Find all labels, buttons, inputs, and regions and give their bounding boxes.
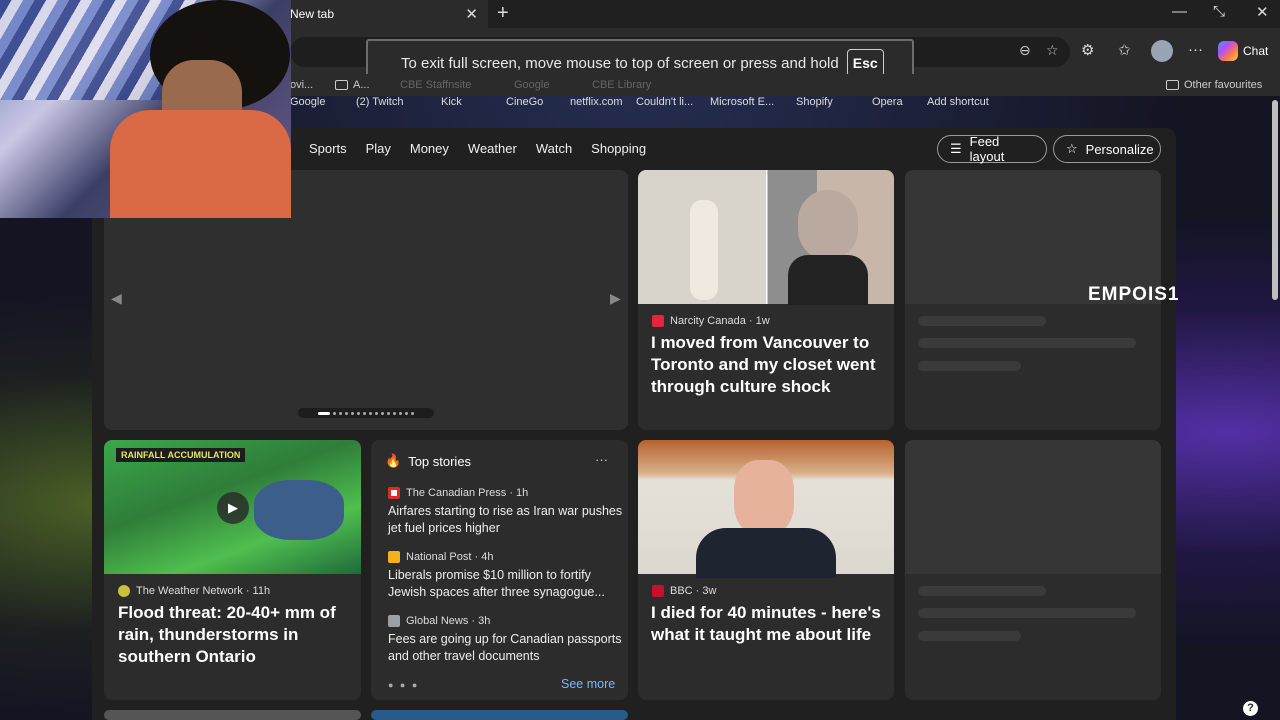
quick-link[interactable]: Google: [290, 96, 325, 108]
favorite-star-icon[interactable]: ☆: [1046, 42, 1059, 59]
favorite-folder[interactable]: A...: [335, 79, 370, 91]
bbc-logo-icon: [652, 585, 664, 597]
feed-layout-label: Feed layout: [969, 134, 1005, 164]
article-source: Narcity Canada · 1w: [652, 315, 770, 327]
restore-icon[interactable]: ⤡: [1213, 3, 1225, 20]
loading-line: [918, 361, 1021, 371]
nav-weather[interactable]: Weather: [468, 141, 517, 156]
map-label: RAINFALL ACCUMULATION: [116, 448, 246, 462]
esc-key-badge: Esc: [846, 49, 884, 77]
loading-image-placeholder: [905, 440, 1161, 574]
chat-label: Chat: [1243, 44, 1269, 58]
folder-icon: [335, 80, 348, 90]
nav-sports[interactable]: Sports: [309, 141, 347, 156]
folder-icon: [1166, 80, 1179, 90]
top-stories-card: 🔥 Top stories ··· The Canadian Press · 1…: [371, 440, 628, 700]
loading-line: [918, 316, 1046, 326]
canadian-press-logo-icon: [388, 487, 400, 499]
top-stories-header: 🔥 Top stories: [385, 453, 471, 469]
top-story-item[interactable]: National Post · 4h Liberals promise $10 …: [388, 551, 628, 601]
see-more-link[interactable]: See more: [561, 677, 615, 691]
weather-network-logo-icon: [118, 585, 130, 597]
nav-watch[interactable]: Watch: [536, 141, 572, 156]
nav-play[interactable]: Play: [366, 141, 391, 156]
article-headline[interactable]: I died for 40 minutes - here's what it t…: [651, 602, 883, 646]
top-story-item[interactable]: The Canadian Press · 1h Airfares startin…: [388, 487, 628, 537]
more-options-icon[interactable]: ···: [1188, 41, 1203, 58]
carousel-dots[interactable]: [298, 408, 434, 418]
article-source: The Weather Network · 11h: [118, 585, 270, 597]
narcity-logo-icon: [652, 315, 664, 327]
personalize-label: Personalize: [1085, 141, 1154, 157]
nav-shopping[interactable]: Shopping: [591, 141, 646, 156]
news-card-narcity[interactable]: Narcity Canada · 1w I moved from Vancouv…: [638, 170, 894, 430]
top-story-item[interactable]: Global News · 3h Fees are going up for C…: [388, 615, 628, 665]
avatar[interactable]: [1151, 40, 1173, 62]
news-card-bbc[interactable]: BBC · 3w I died for 40 minutes - here's …: [638, 440, 894, 700]
loading-line: [918, 586, 1046, 596]
close-tab-icon[interactable]: ✕: [465, 5, 478, 23]
more-options-icon[interactable]: ···: [595, 452, 608, 467]
toast-message: To exit full screen, move mouse to top o…: [401, 54, 839, 72]
weather-map-image: RAINFALL ACCUMULATION ▶: [104, 440, 361, 574]
zoom-icon[interactable]: ⊖: [1019, 42, 1031, 59]
quick-link[interactable]: netflix.com: [570, 96, 623, 108]
carousel-next-icon[interactable]: ▶: [610, 290, 621, 307]
top-stories-title: Top stories: [408, 453, 472, 469]
star-icon: ☆: [1066, 141, 1078, 156]
copilot-icon: [1218, 41, 1238, 61]
help-icon[interactable]: ?: [1243, 701, 1258, 716]
other-favourites[interactable]: Other favourites: [1166, 79, 1262, 91]
loading-line: [918, 338, 1136, 348]
quick-link[interactable]: Opera: [872, 96, 903, 108]
nav-money[interactable]: Money: [410, 141, 449, 156]
quick-link[interactable]: Microsoft E...: [710, 96, 774, 108]
article-headline[interactable]: I moved from Vancouver to Toronto and my…: [651, 332, 881, 398]
scrollbar[interactable]: [1272, 100, 1278, 300]
loading-line: [918, 631, 1021, 641]
news-card-partial[interactable]: [371, 710, 628, 720]
quick-link[interactable]: CineGo: [506, 96, 543, 108]
pagination-dots[interactable]: ● ● ●: [388, 680, 419, 690]
article-image: [638, 170, 894, 305]
quick-link[interactable]: (2) Twitch: [356, 96, 403, 108]
news-card-weather[interactable]: RAINFALL ACCUMULATION ▶ The Weather Netw…: [104, 440, 361, 700]
feed-nav: Sports Play Money Weather Watch Shopping: [309, 141, 665, 156]
quick-link[interactable]: Add shortcut: [927, 96, 989, 108]
sliders-icon: ☰: [950, 141, 962, 156]
favorite-item[interactable]: ovi...: [290, 79, 313, 91]
extensions-icon[interactable]: ⚙: [1081, 41, 1094, 59]
article-image: [638, 440, 894, 578]
personalize-button[interactable]: ☆ Personalize: [1053, 135, 1161, 163]
quick-link[interactable]: Shopify: [796, 96, 833, 108]
tab-title: New tab: [290, 7, 335, 21]
close-window-icon[interactable]: ✕: [1256, 3, 1269, 21]
quick-link[interactable]: Couldn't li...: [636, 96, 693, 108]
minimize-icon[interactable]: —: [1172, 3, 1187, 20]
quick-link[interactable]: Kick: [441, 96, 462, 108]
article-headline[interactable]: Flood threat: 20-40+ mm of rain, thunder…: [118, 602, 350, 668]
loading-card: [905, 440, 1161, 700]
favorite-item[interactable]: CBE Library: [592, 79, 651, 91]
new-tab-button[interactable]: +: [497, 2, 509, 25]
fire-icon: 🔥: [385, 453, 402, 468]
chat-button[interactable]: Chat: [1218, 41, 1268, 61]
tab-new-tab[interactable]: New tab ✕: [282, 0, 488, 28]
news-card-partial[interactable]: [104, 710, 361, 720]
stream-watermark: EMPOIS1: [1088, 284, 1180, 305]
favorite-item[interactable]: CBE Staffnsite: [400, 79, 471, 91]
play-icon[interactable]: ▶: [217, 492, 249, 524]
person-hoodie: [110, 110, 291, 218]
global-news-logo-icon: [388, 615, 400, 627]
webcam-overlay: [0, 0, 291, 218]
feed-layout-button[interactable]: ☰ Feed layout: [937, 134, 1047, 164]
loading-line: [918, 608, 1136, 618]
favorites-icon[interactable]: ✩: [1118, 41, 1131, 59]
article-source: BBC · 3w: [652, 585, 716, 597]
favorite-item[interactable]: Google: [514, 79, 549, 91]
national-post-logo-icon: [388, 551, 400, 563]
carousel-prev-icon[interactable]: ◀: [111, 290, 122, 307]
